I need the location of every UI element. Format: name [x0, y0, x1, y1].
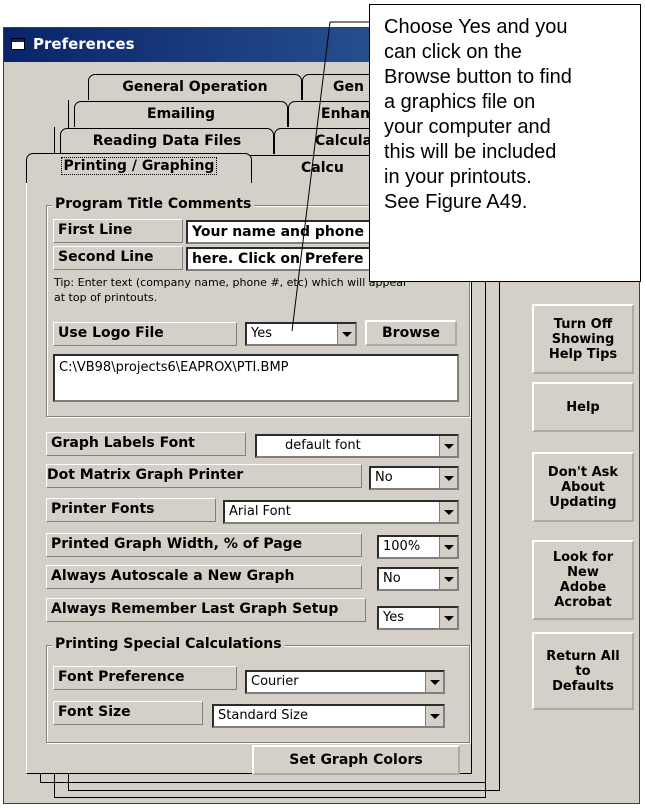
- set-graph-colors-button[interactable]: Set Graph Colors: [252, 745, 460, 775]
- btn-line: Showing: [551, 331, 615, 347]
- callout-box: Choose Yes and you can click on the Brow…: [369, 4, 641, 282]
- btn-line: Return All: [546, 648, 620, 664]
- printer-fonts-value: Arial Font: [229, 504, 291, 519]
- tab-printing-graphing-label: Printing / Graphing: [60, 157, 218, 175]
- tab-printing-graphing[interactable]: Printing / Graphing: [26, 153, 252, 183]
- program-title-group-label: Program Title Comments: [52, 196, 255, 212]
- remember-setup-dropdown[interactable]: Yes: [377, 606, 459, 630]
- second-line-label: Second Line: [53, 246, 183, 270]
- tab-enhanced[interactable]: Enhan: [288, 101, 382, 127]
- use-logo-file-dropdown[interactable]: Yes: [245, 322, 357, 346]
- tab-calculations-2[interactable]: Calcu: [240, 155, 382, 181]
- chevron-down-icon[interactable]: [425, 706, 443, 726]
- look-for-acrobat-button[interactable]: Look for New Adobe Acrobat: [532, 540, 634, 620]
- return-defaults-button[interactable]: Return All to Defaults: [532, 632, 634, 710]
- btn-line: Don't Ask: [547, 464, 619, 480]
- use-logo-file-value: Yes: [251, 326, 272, 341]
- btn-line: Help: [566, 399, 600, 415]
- font-size-label: Font Size: [53, 701, 203, 725]
- callout-line: See Figure A49.: [384, 191, 528, 213]
- font-size-value: Standard Size: [218, 708, 308, 723]
- btn-line: Look for: [552, 550, 614, 565]
- btn-line: Adobe: [559, 580, 607, 595]
- chevron-down-icon[interactable]: [337, 324, 355, 344]
- font-preference-dropdown[interactable]: Courier: [245, 670, 445, 694]
- autoscale-value: No: [383, 571, 401, 586]
- autoscale-label: Always Autoscale a New Graph: [46, 565, 362, 589]
- first-line-label: First Line: [53, 219, 183, 243]
- special-calculations-group: [46, 645, 470, 743]
- callout-line: in your printouts.: [384, 166, 532, 188]
- printer-fonts-label: Printer Fonts: [46, 498, 216, 522]
- dont-ask-updating-button[interactable]: Don't Ask About Updating: [532, 452, 634, 522]
- logo-path-field[interactable]: C:\VB98\projects6\EAPROX\PTI.BMP: [53, 354, 459, 402]
- tab-reading-data-files[interactable]: Reading Data Files: [60, 128, 274, 154]
- help-button[interactable]: Help: [532, 382, 634, 432]
- font-size-dropdown[interactable]: Standard Size: [212, 704, 445, 728]
- chevron-down-icon[interactable]: [439, 468, 457, 488]
- chevron-down-icon[interactable]: [439, 569, 457, 589]
- callout-line: Choose Yes and you: [384, 16, 568, 38]
- remember-setup-label: Always Remember Last Graph Setup: [46, 598, 366, 622]
- callout-line: your computer and: [384, 116, 551, 138]
- graph-labels-font-label: Graph Labels Font: [46, 432, 246, 456]
- graph-labels-font-dropdown[interactable]: default font: [255, 434, 459, 458]
- printer-fonts-dropdown[interactable]: Arial Font: [223, 500, 459, 524]
- dot-matrix-dropdown[interactable]: No: [369, 466, 459, 490]
- dot-matrix-label-frame: [46, 464, 362, 488]
- callout-line: can click on the: [384, 41, 522, 63]
- browse-button[interactable]: Browse: [365, 320, 457, 346]
- chevron-down-icon[interactable]: [439, 537, 457, 557]
- tab-general-operation[interactable]: General Operation: [88, 74, 302, 100]
- btn-line: Turn Off: [553, 316, 613, 332]
- window-title: Preferences: [33, 35, 135, 53]
- chevron-down-icon[interactable]: [425, 672, 443, 692]
- tab-calculations[interactable]: Calcula: [274, 128, 382, 154]
- remember-setup-value: Yes: [383, 610, 404, 625]
- callout-line: Browse button to find: [384, 66, 572, 88]
- chevron-down-icon[interactable]: [439, 436, 457, 456]
- graph-labels-font-value: default font: [285, 438, 361, 453]
- tab-emailing[interactable]: Emailing: [74, 101, 288, 127]
- graph-width-value: 100%: [383, 539, 421, 554]
- dot-matrix-value: No: [375, 470, 393, 485]
- callout-line: a graphics file on: [384, 91, 536, 113]
- btn-line: About: [561, 479, 605, 495]
- tip-text: Tip: Enter text (company name, phone #, …: [54, 276, 408, 304]
- use-logo-file-label: Use Logo File: [53, 322, 237, 346]
- graph-width-label: Printed Graph Width, % of Page: [46, 533, 362, 557]
- font-preference-label: Font Preference: [53, 666, 237, 690]
- btn-line: Help Tips: [548, 346, 618, 362]
- font-preference-value: Courier: [251, 674, 299, 689]
- special-calculations-label: Printing Special Calculations: [52, 636, 285, 652]
- btn-line: Acrobat: [554, 595, 612, 610]
- btn-line: Defaults: [552, 678, 614, 694]
- callout-line: this will be included: [384, 141, 557, 163]
- window-icon: [11, 38, 25, 50]
- turn-off-help-tips-button[interactable]: Turn Off Showing Help Tips: [532, 304, 634, 374]
- chevron-down-icon[interactable]: [439, 608, 457, 628]
- autoscale-dropdown[interactable]: No: [377, 567, 459, 591]
- btn-line: to: [575, 663, 591, 679]
- btn-line: Updating: [549, 494, 617, 510]
- graph-width-dropdown[interactable]: 100%: [377, 535, 459, 559]
- btn-line: New: [567, 565, 599, 580]
- chevron-down-icon[interactable]: [439, 502, 457, 522]
